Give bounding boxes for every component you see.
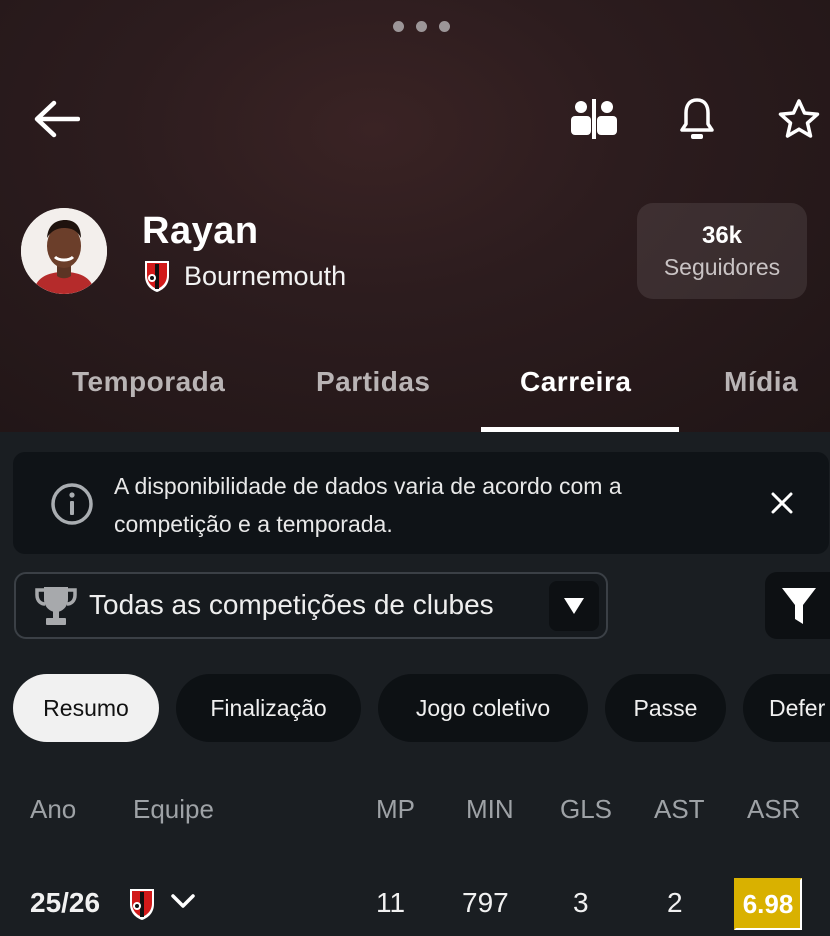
chip-defesa[interactable]: Defer (743, 674, 830, 742)
trophy-icon (35, 587, 77, 625)
compare-players-icon (571, 99, 617, 139)
tab-temporada[interactable]: Temporada (72, 366, 225, 398)
club-name: Bournemouth (184, 260, 347, 291)
filter-icon (782, 587, 816, 624)
followers-card[interactable]: 36k Seguidores (637, 203, 807, 299)
notice-text: A disponibilidade de dados varia de acor… (114, 473, 622, 537)
row-mp: 11 (376, 887, 406, 918)
close-icon (771, 492, 793, 514)
chip-jogo-coletivo[interactable]: Jogo coletivo (378, 674, 588, 742)
profile-tabs: Temporada Partidas Carreira Mídia (0, 366, 830, 432)
column-header-mp[interactable]: MP (376, 794, 415, 825)
notice-close-button[interactable] (766, 487, 798, 519)
row-ast: 2 (667, 887, 683, 918)
player-avatar (21, 208, 107, 294)
tab-carreira[interactable]: Carreira (520, 366, 631, 398)
filter-button[interactable] (765, 572, 830, 639)
club-link[interactable]: Bournemouth (142, 258, 346, 294)
bournemouth-crest-icon (130, 889, 154, 920)
caret-down-icon (564, 598, 584, 614)
bournemouth-crest-icon (145, 261, 169, 292)
bell-icon (680, 98, 714, 139)
column-header-asr[interactable]: ASR (747, 794, 800, 825)
column-header-ano[interactable]: Ano (30, 794, 76, 825)
tab-partidas[interactable]: Partidas (316, 366, 431, 398)
tab-midia[interactable]: Mídia (724, 366, 798, 398)
chip-finalizacao[interactable]: Finalização (176, 674, 361, 742)
chevron-down-icon[interactable] (170, 893, 196, 911)
info-icon (51, 483, 93, 525)
notifications-button[interactable] (676, 96, 718, 142)
competition-dropdown-button[interactable] (549, 581, 599, 631)
column-header-min[interactable]: MIN (466, 794, 514, 825)
chip-resumo[interactable]: Resumo (13, 674, 159, 742)
followers-label: Seguidores (663, 253, 781, 280)
arrow-left-icon (34, 100, 80, 138)
drag-handle-dots[interactable] (393, 21, 450, 32)
column-header-gls[interactable]: GLS (560, 794, 612, 825)
followers-count: 36k (701, 221, 743, 249)
rating-badge: 6.98 (734, 878, 802, 930)
row-gls: 3 (573, 887, 589, 918)
active-tab-indicator (481, 427, 679, 432)
player-name: Rayan (142, 210, 259, 252)
column-header-equipe[interactable]: Equipe (133, 794, 214, 825)
chip-passe[interactable]: Passe (605, 674, 726, 742)
star-icon (778, 99, 820, 138)
favorite-button[interactable] (775, 96, 823, 142)
back-button[interactable] (30, 96, 82, 142)
column-header-ast[interactable]: AST (654, 794, 705, 825)
competition-select-value: Todas as competições de clubes (89, 589, 494, 620)
row-year: 25/26 (30, 887, 101, 918)
row-min: 797 (462, 887, 509, 918)
compare-button[interactable] (568, 98, 620, 140)
